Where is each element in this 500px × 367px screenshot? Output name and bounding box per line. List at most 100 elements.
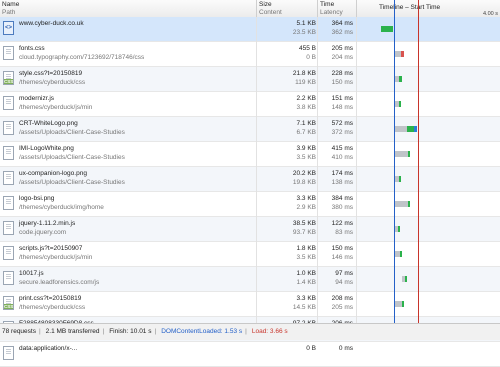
- request-content-size: 119 KB: [295, 79, 316, 86]
- request-name: fonts.css: [19, 45, 45, 52]
- request-name: CRT-WhiteLogo.png: [19, 120, 78, 127]
- script-file-icon: [3, 96, 14, 110]
- request-content-size: 19.8 KB: [292, 179, 316, 186]
- image-file-icon: [3, 171, 14, 185]
- timeline-receive-bar: [381, 26, 394, 32]
- request-name: data:application/x-...: [19, 345, 78, 352]
- name-label: Name: [2, 1, 20, 8]
- transferred-size: 2.1 MB transferred: [45, 328, 100, 335]
- request-time: 208 ms: [331, 295, 353, 302]
- request-row[interactable]: ux-companion-logo.png/assets/Uploads/Cli…: [0, 167, 500, 192]
- timeline-receive-bar: [407, 126, 414, 132]
- request-name: modernizr.js: [19, 95, 55, 102]
- timeline-column-header[interactable]: Timeline – Start Time: [379, 4, 440, 11]
- css-file-icon: CSS: [3, 71, 14, 85]
- size-column-header[interactable]: Size Content: [259, 1, 282, 16]
- request-latency: 138 ms: [331, 179, 353, 186]
- request-content-size: 1.4 KB: [296, 279, 316, 286]
- request-time: 572 ms: [331, 120, 353, 127]
- dom-content-loaded-marker: [394, 0, 396, 323]
- timeline-receive-bar: [407, 201, 410, 207]
- timeline-receive-bar: [397, 226, 400, 232]
- request-content-size: 3.5 KB: [296, 154, 316, 161]
- column-divider: [356, 17, 357, 323]
- column-header: Name Path Size Content Time Latency Time…: [0, 0, 500, 18]
- content-label: Content: [259, 8, 282, 16]
- request-time: 364 ms: [331, 20, 353, 27]
- request-path: /themes/cyberduck/css: [19, 304, 86, 311]
- name-column-header[interactable]: Name Path: [2, 1, 19, 16]
- request-list: <> www.cyber-duck.co.uk 5.1 KB 23.5 KB 364 m…: [0, 17, 500, 367]
- size-label: Size: [259, 1, 272, 8]
- request-latency: 362 ms: [331, 29, 353, 36]
- time-column-header[interactable]: Time Latency: [320, 1, 343, 16]
- request-row[interactable]: <> www.cyber-duck.co.uk 5.1 KB 23.5 KB 364 m…: [0, 17, 500, 42]
- request-name: ux-companion-logo.png: [19, 170, 87, 177]
- request-latency: 148 ms: [331, 104, 353, 111]
- request-name: www.cyber-duck.co.uk: [19, 20, 84, 27]
- request-name: style.css?t=20150819: [19, 70, 83, 77]
- request-content-size: 2.9 KB: [296, 204, 316, 211]
- request-latency: 146 ms: [331, 254, 353, 261]
- timeline-wait-bar: [394, 126, 408, 132]
- image-file-icon: [3, 121, 14, 135]
- request-row[interactable]: IMI-LogoWhite.png/assets/Uploads/Client-…: [0, 142, 500, 167]
- request-time: 122 ms: [331, 220, 353, 227]
- column-divider[interactable]: [256, 0, 257, 17]
- request-size: 3.9 KB: [296, 145, 316, 152]
- timeline-receive-bar: [399, 101, 402, 107]
- timeline-receive-bar: [402, 301, 405, 307]
- request-time: 0 ms: [338, 345, 353, 352]
- request-row[interactable]: data:application/x-... 0 B 0 ms: [0, 342, 500, 367]
- script-file-icon: [3, 221, 14, 235]
- request-size: 7.1 KB: [296, 120, 316, 127]
- dom-content-loaded-time: DOMContentLoaded: 1.53 s: [161, 328, 243, 335]
- latency-label: Latency: [320, 8, 343, 16]
- request-path: /themes/cyberduck/css: [19, 79, 86, 86]
- request-size: 5.1 KB: [296, 20, 316, 27]
- column-divider[interactable]: [356, 0, 357, 17]
- load-marker: [418, 0, 420, 323]
- request-size: 455 B: [299, 45, 316, 52]
- request-name: logo-bsi.png: [19, 195, 55, 202]
- document-icon: [3, 46, 14, 60]
- request-name: print.css?t=20150819: [19, 295, 82, 302]
- request-row[interactable]: fonts.css cloud.typography.com/7123692/71…: [0, 42, 500, 67]
- status-bar: 78 requests | 2.1 MB transferred | Finish: 1…: [0, 323, 500, 340]
- request-time: 97 ms: [335, 270, 353, 277]
- request-row[interactable]: CSS style.css?t=20150819/themes/cyberduck…: [0, 67, 500, 92]
- request-name: jquery-1.11.2.min.js: [19, 220, 76, 227]
- request-count: 78 requests: [2, 328, 36, 335]
- request-row[interactable]: CSS print.css?t=20150819/themes/cyberduck…: [0, 292, 500, 317]
- request-latency: 94 ms: [335, 279, 353, 286]
- request-content-size: 0 B: [306, 54, 316, 61]
- request-row[interactable]: CRT-WhiteLogo.png/assets/Uploads/Client-…: [0, 117, 500, 142]
- image-file-icon: [3, 146, 14, 160]
- request-content-size: 6.7 KB: [296, 129, 316, 136]
- request-size: 20.2 KB: [292, 170, 316, 177]
- timeline-wait-bar: [395, 301, 403, 307]
- time-label: Time: [320, 1, 335, 8]
- request-size: 2.2 KB: [296, 95, 316, 102]
- request-latency: 204 ms: [331, 54, 353, 61]
- request-row[interactable]: jquery-1.11.2.min.js code.jquery.com 38.5 …: [0, 217, 500, 242]
- request-row[interactable]: logo-bsi.png/themes/cyberduck/img/home 3.…: [0, 192, 500, 217]
- request-size: 21.8 KB: [292, 70, 316, 77]
- request-size: 38.5 KB: [292, 220, 316, 227]
- request-time: 384 ms: [331, 195, 353, 202]
- request-row[interactable]: scripts.js?t=20150907/themes/cyberduck/j…: [0, 242, 500, 267]
- request-size: 1.8 KB: [296, 245, 316, 252]
- css-file-icon: CSS: [3, 296, 14, 310]
- request-row[interactable]: 10017.js secure.leadforensics.com/js 1.0 K…: [0, 267, 500, 292]
- column-divider[interactable]: [317, 0, 318, 17]
- timeline-receive-bar: [399, 176, 402, 182]
- request-row[interactable]: modernizr.js/themes/cyberduck/js/min 2.2 …: [0, 92, 500, 117]
- request-path: /assets/Uploads/Client-Case-Studies: [19, 179, 125, 186]
- request-name: 10017.js: [19, 270, 44, 277]
- request-content-size: 3.8 KB: [296, 104, 316, 111]
- script-file-icon: [3, 246, 14, 260]
- timeline-receive-bar: [404, 276, 407, 282]
- column-divider: [256, 17, 257, 323]
- timeline-wait-bar: [394, 151, 409, 157]
- request-content-size: 23.5 KB: [292, 29, 316, 36]
